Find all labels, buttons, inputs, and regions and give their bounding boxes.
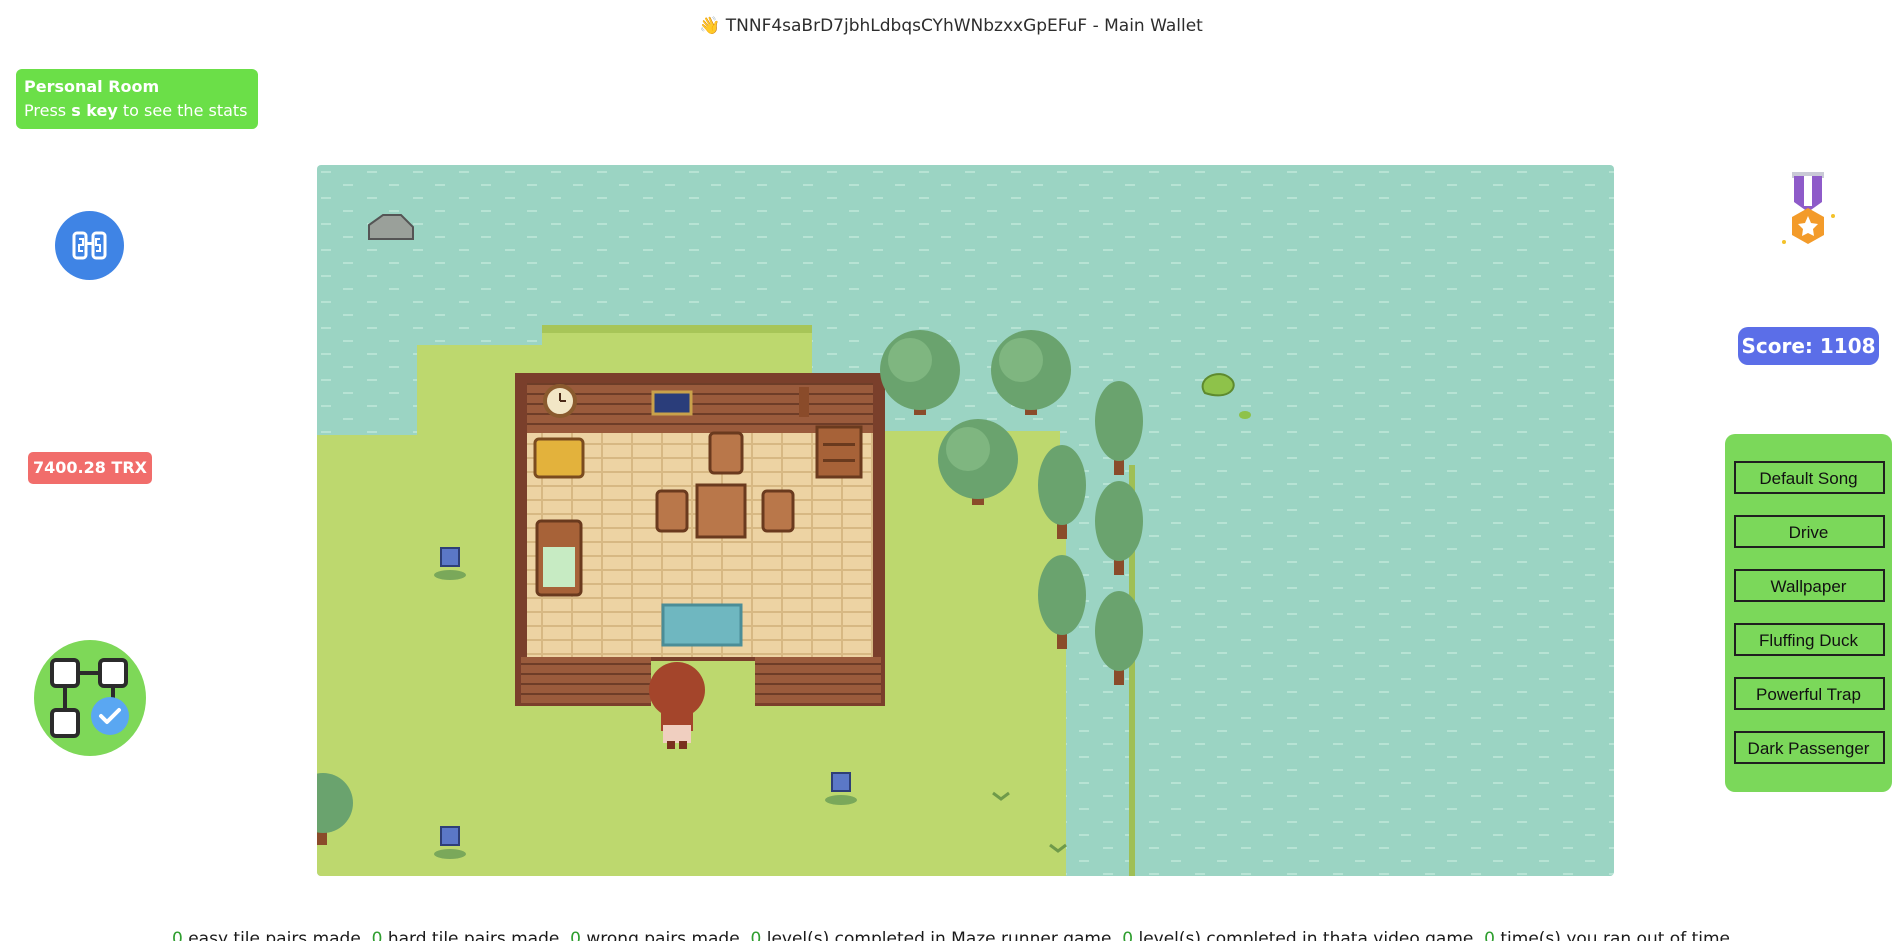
hard-pairs-label: hard tile pairs made,: [387, 929, 565, 941]
easy-pairs-label: easy tile pairs made,: [188, 929, 367, 941]
waving-hand-icon: 👋: [699, 16, 721, 36]
song-dark-passenger[interactable]: Dark Passenger: [1734, 731, 1885, 764]
wallet-header: 👋 TNNF4saBrD7jbhLdbqsCYhWNbzxxGpEFuF - M…: [0, 16, 1902, 36]
wrong-pairs-count: 0: [570, 929, 581, 941]
timeouts-label: time(s) you ran out of time: [1500, 929, 1730, 941]
wallet-connect-icon[interactable]: [55, 211, 124, 280]
room-hint-key: s key: [71, 101, 118, 120]
music-panel: Default Song Drive Wallpaper Fluffing Du…: [1725, 434, 1892, 792]
maze-levels-count: 0: [750, 929, 762, 941]
maze-levels-label: level(s) completed in Maze runner game,: [766, 929, 1117, 941]
house: [515, 373, 885, 706]
personal-room-card: Personal Room Press s key to see the sta…: [16, 69, 258, 129]
score-badge: Score: 1108: [1738, 327, 1879, 365]
thata-levels-label: level(s) completed in thata video game,: [1138, 929, 1479, 941]
song-powerful-trap[interactable]: Powerful Trap: [1734, 677, 1885, 710]
timeouts-count: 0: [1484, 929, 1495, 941]
medal-icon[interactable]: [1778, 170, 1838, 254]
easy-pairs-count: 0: [171, 929, 183, 941]
hard-pairs-count: 0: [371, 929, 383, 941]
game-world: [317, 165, 1614, 876]
room-hint-suffix: to see the stats: [122, 101, 248, 120]
song-default[interactable]: Default Song: [1734, 461, 1885, 494]
lily-pad: [1201, 373, 1235, 397]
room-title: Personal Room: [24, 77, 160, 96]
room-hint-press: Press: [24, 101, 67, 120]
game-canvas[interactable]: [317, 165, 1614, 876]
room-hint: Press s key to see the stats: [24, 99, 250, 123]
song-fluffing-duck[interactable]: Fluffing Duck: [1734, 623, 1885, 656]
game-page: 👋 TNNF4saBrD7jbhLdbqsCYhWNbzxxGpEFuF - M…: [0, 0, 1902, 941]
song-wallpaper[interactable]: Wallpaper: [1734, 569, 1885, 602]
trx-balance-badge: 7400.28 TRX: [28, 452, 152, 484]
workflow-check-icon[interactable]: [34, 640, 146, 756]
wallet-title: TNNF4saBrD7jbhLdbqsCYhWNbzxxGpEFuF - Mai…: [725, 16, 1203, 36]
song-drive[interactable]: Drive: [1734, 515, 1885, 548]
stats-footer: 0 easy tile pairs made, 0 hard tile pair…: [0, 929, 1902, 941]
wrong-pairs-label: wrong pairs made,: [586, 929, 746, 941]
thata-levels-count: 0: [1122, 929, 1134, 941]
